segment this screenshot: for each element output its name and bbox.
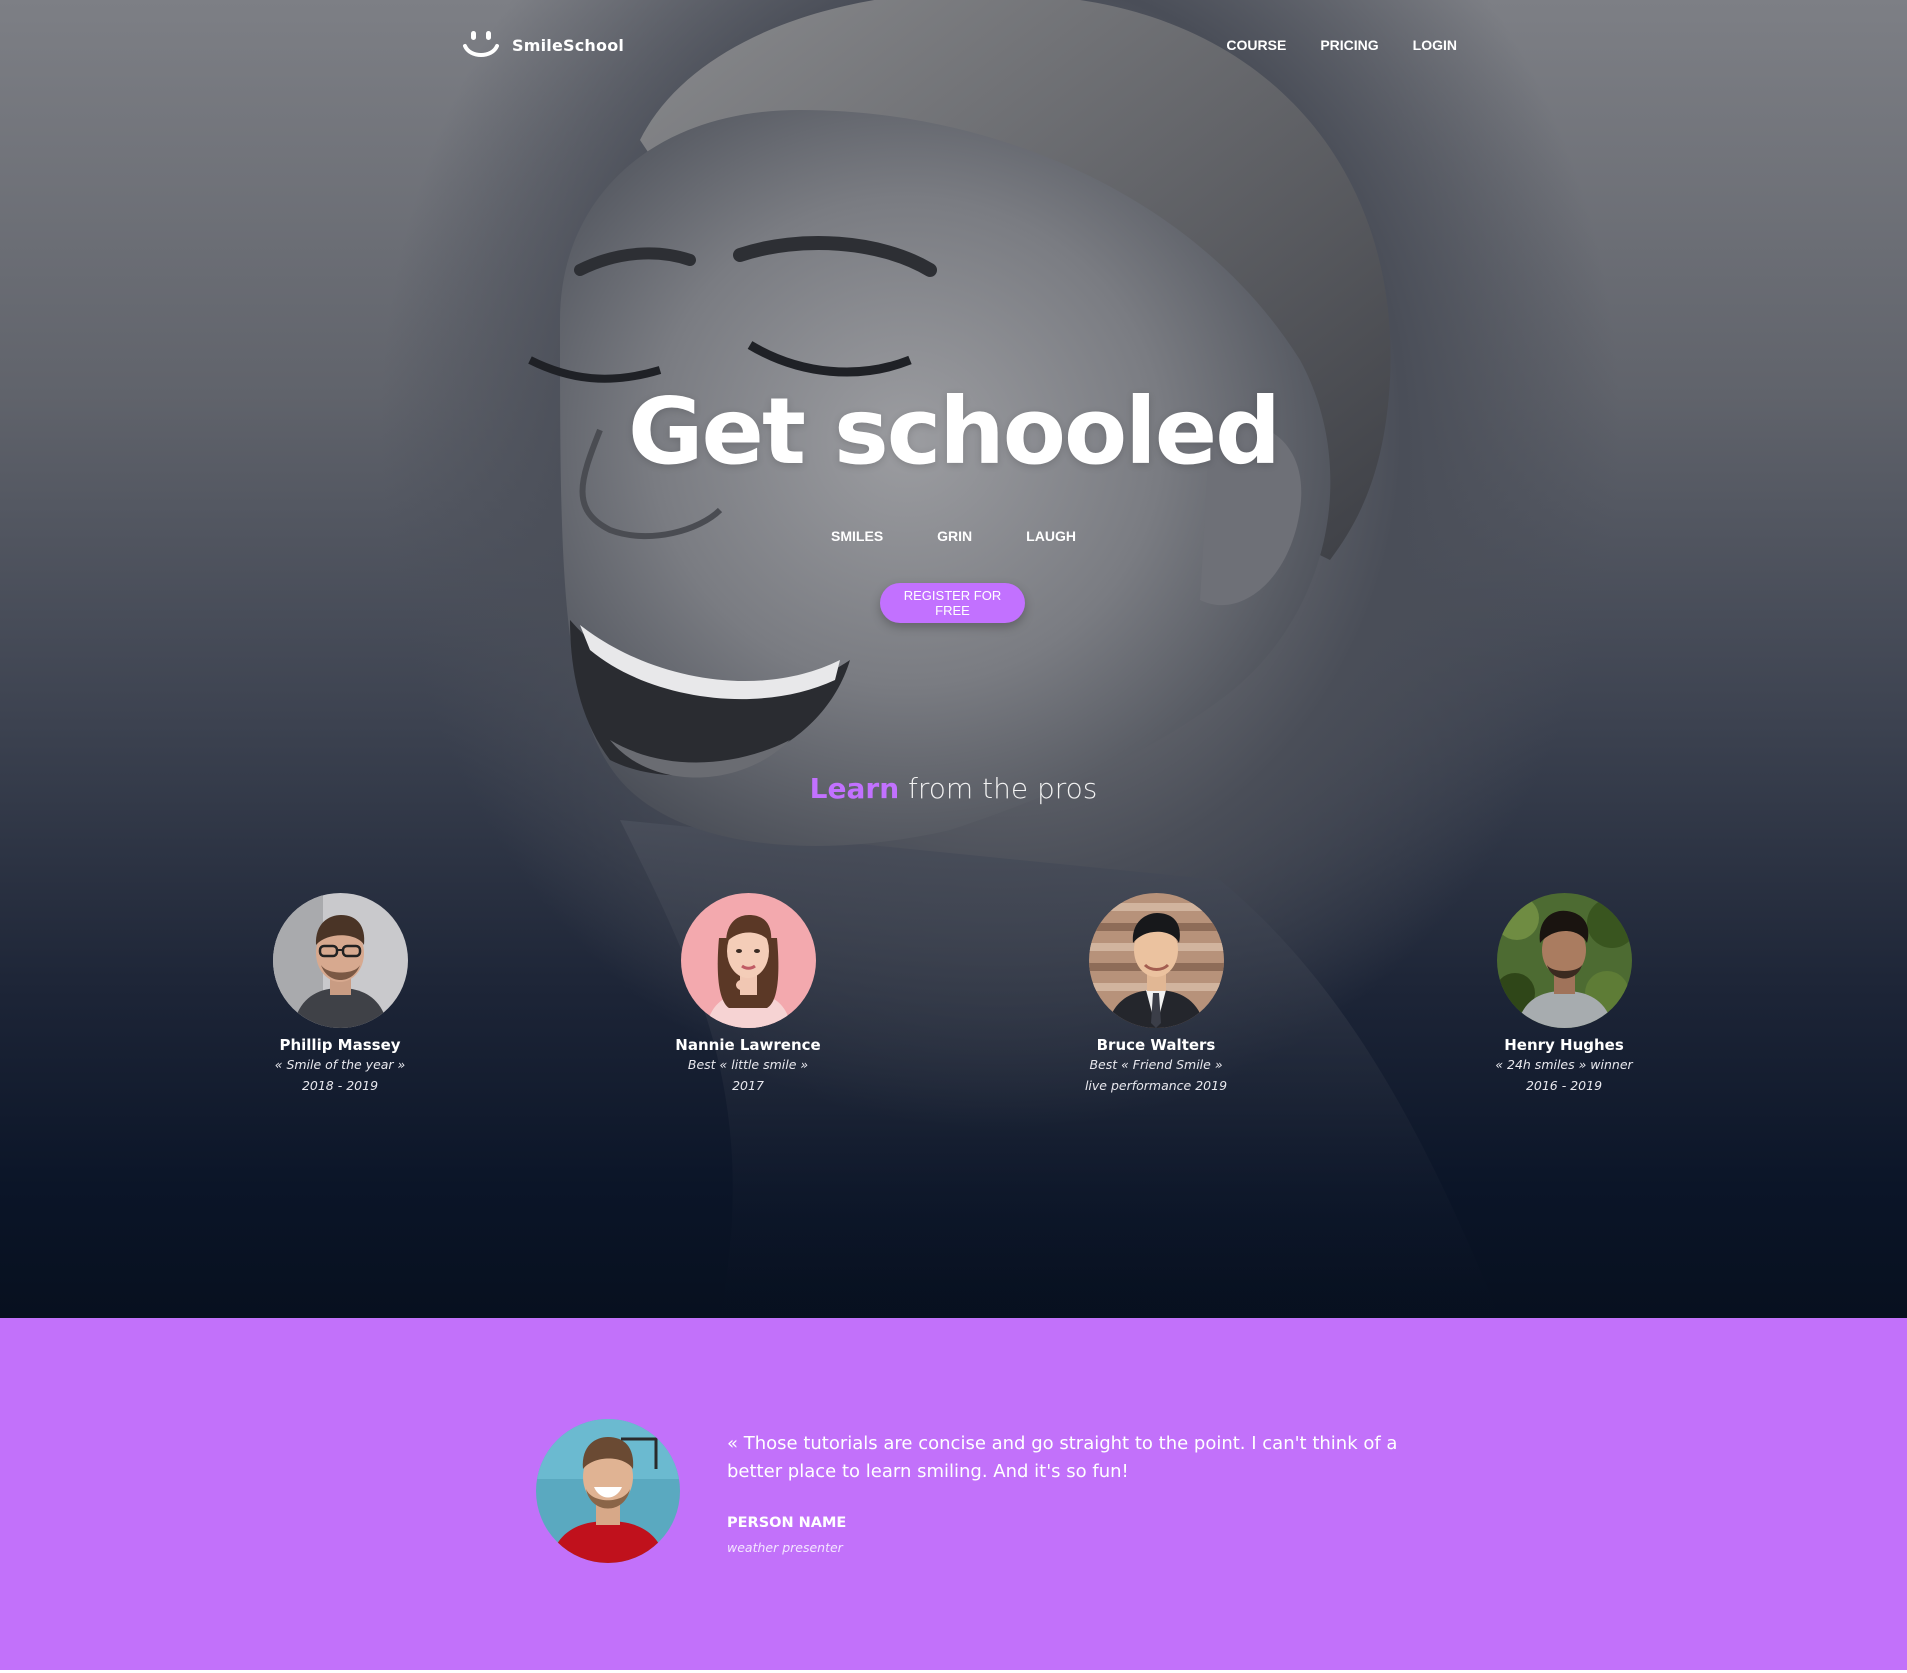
avatar (272, 893, 408, 1028)
pro-years: live performance 2019 (1084, 1078, 1228, 1093)
pro-name: Phillip Massey (279, 1036, 401, 1054)
testimonial-person-name: PERSON NAME (727, 1515, 847, 1531)
avatar (1496, 893, 1632, 1028)
pro-name: Nannie Lawrence (675, 1036, 821, 1054)
main-nav: COURSE PRICING LOGIN (1226, 37, 1457, 53)
avatar (1088, 893, 1224, 1028)
hero-section: SmileSchool COURSE PRICING LOGIN Get sch… (0, 0, 1907, 1318)
tag-grin[interactable]: GRIN (937, 528, 972, 544)
pro-award: Best « Friend Smile » (1089, 1057, 1223, 1072)
tag-smiles[interactable]: SMILES (831, 528, 883, 544)
pro-award: « 24h smiles » winner (1495, 1057, 1633, 1072)
pro-card-henry-hughes: Henry Hughes « 24h smiles » winner 2016 … (1434, 893, 1694, 1096)
pros-heading: Learn from the pros (0, 772, 1907, 805)
testimonial-person-role: weather presenter (727, 1540, 843, 1555)
pros-heading-accent: Learn (809, 772, 900, 805)
pro-award: Best « little smile » (687, 1057, 809, 1072)
hero-background-photo (528, 0, 1500, 1318)
pro-card-nannie-lawrence: Nannie Lawrence Best « little smile » 20… (618, 893, 878, 1096)
pro-years: 2016 - 2019 (1525, 1078, 1603, 1093)
pros-heading-rest: from the pros (908, 772, 1098, 805)
tag-laugh[interactable]: LAUGH (1026, 528, 1076, 544)
pro-card-phillip-massey: Phillip Massey « Smile of the year » 201… (210, 893, 470, 1096)
smile-face-icon (463, 31, 499, 57)
pro-years: 2018 - 2019 (301, 1078, 379, 1093)
testimonial-avatar (536, 1419, 680, 1563)
brand-name: SmileSchool (512, 35, 625, 55)
nav-link-login[interactable]: LOGIN (1413, 37, 1457, 53)
hero-title: Get schooled (628, 378, 1281, 485)
testimonial-section: « Those tutorials are concise and go str… (0, 1318, 1907, 1670)
hero-tags: SMILES GRIN LAUGH (0, 528, 1907, 544)
pro-name: Bruce Walters (1096, 1036, 1216, 1054)
pro-years: 2017 (732, 1078, 764, 1093)
testimonial-quote: « Those tutorials are concise and go str… (727, 1433, 1398, 1482)
pro-card-bruce-walters: Bruce Walters Best « Friend Smile » live… (1026, 893, 1286, 1096)
nav-link-course[interactable]: COURSE (1226, 37, 1286, 53)
nav-link-pricing[interactable]: PRICING (1320, 37, 1378, 53)
pro-name: Henry Hughes (1504, 1036, 1624, 1054)
pro-award: « Smile of the year » (274, 1057, 406, 1072)
avatar (680, 893, 816, 1028)
register-button[interactable]: REGISTER FOR FREE (880, 583, 1025, 623)
brand-logo[interactable]: SmileSchool (462, 28, 624, 62)
